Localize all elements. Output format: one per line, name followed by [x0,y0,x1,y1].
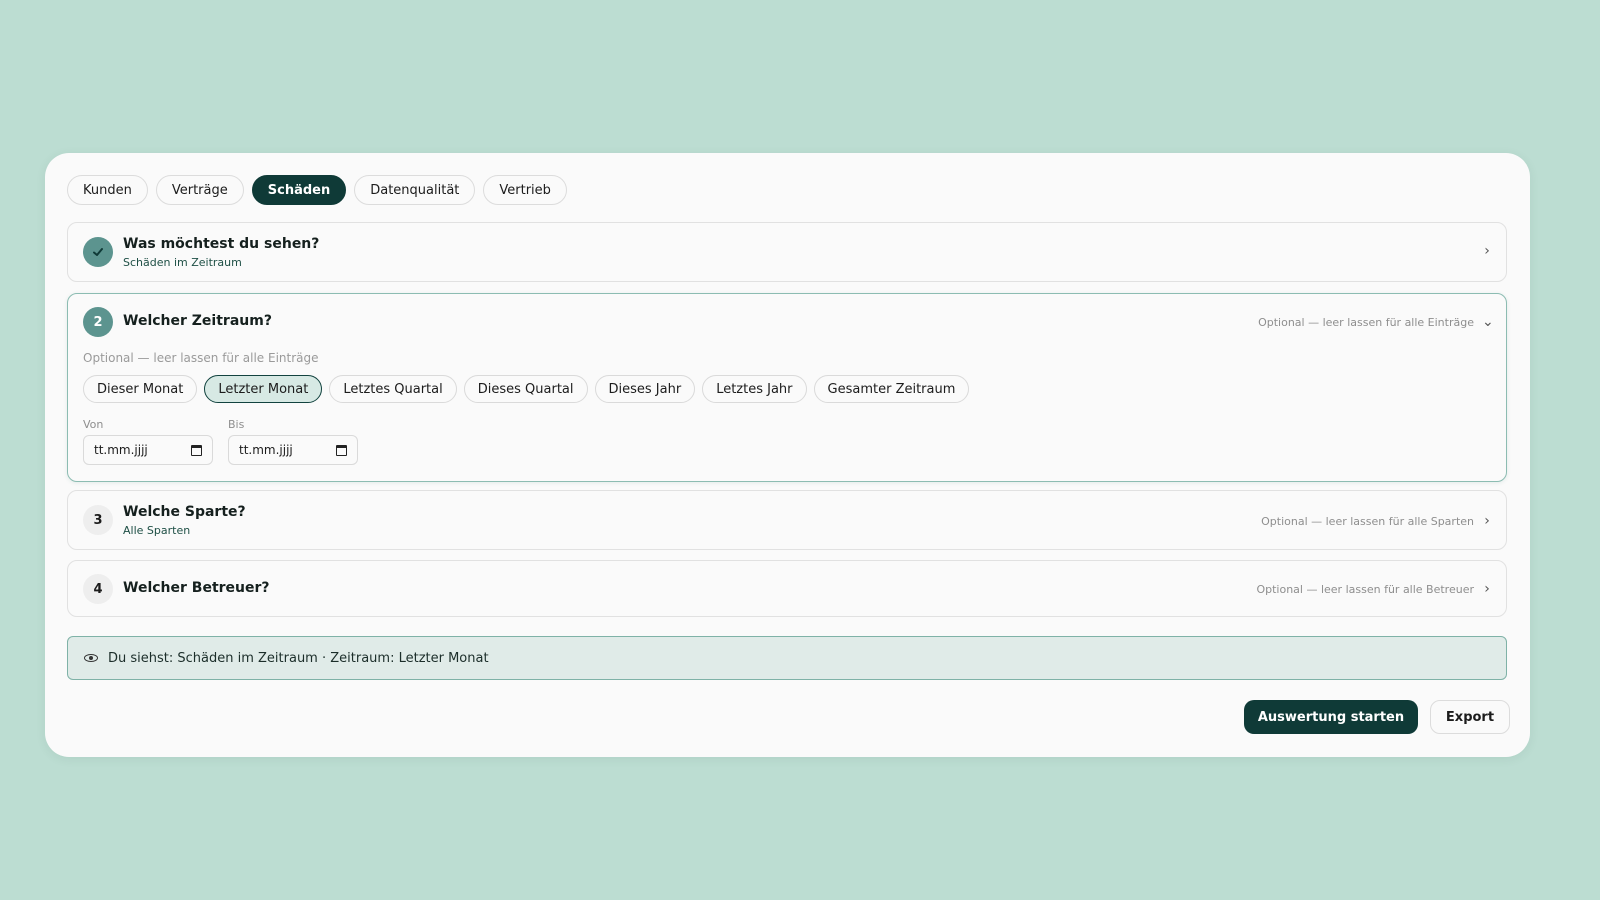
chevron-right-icon: › [1484,581,1490,597]
calendar-icon[interactable] [336,444,347,456]
from-date-input[interactable]: tt.mm.jjjj [83,435,213,465]
step-right: Optional — leer lassen für alle Sparten … [1261,513,1492,529]
chevron-down-icon: ⌄ [1482,314,1494,330]
step-value: Alle Sparten [123,524,191,537]
step-betreuer[interactable]: 4 Welcher Betreuer? Optional — leer lass… [67,560,1507,617]
step-number: 3 [83,505,113,535]
step-done-badge [83,237,113,267]
step-period: 2 Welcher Zeitraum? Optional — leer lass… [67,293,1507,482]
to-label: Bis [228,418,245,431]
chevron-right-icon: › [1484,243,1490,259]
export-button[interactable]: Export [1430,700,1510,734]
check-icon [93,248,103,256]
preset-chips: Dieser Monat Letzter Monat Letztes Quart… [83,375,970,403]
step-number: 2 [83,307,113,337]
selection-summary: Du siehst: Schäden im Zeitraum · Zeitrau… [67,636,1507,680]
step-title: Welcher Zeitraum? [123,313,272,329]
analysis-card: Kunden Verträge Schäden Datenqualität Ve… [45,153,1530,757]
preset-letztes-jahr[interactable]: Letztes Jahr [702,375,807,403]
optional-hint: Optional — leer lassen für alle Einträge [1258,315,1474,329]
calendar-icon[interactable] [191,444,202,456]
preset-letzter-monat[interactable]: Letzter Monat [204,375,323,403]
from-date-placeholder: tt.mm.jjjj [94,443,148,457]
preset-dieser-monat[interactable]: Dieser Monat [83,375,198,403]
summary-text: Du siehst: Schäden im Zeitraum · Zeitrau… [108,650,489,666]
tab-kunden[interactable]: Kunden [67,175,148,205]
preset-gesamter-zeitraum[interactable]: Gesamter Zeitraum [813,375,970,403]
from-date-group: Von tt.mm.jjjj [83,418,213,465]
step-what[interactable]: Was möchtest du sehen? Schäden im Zeitra… [67,222,1507,282]
to-date-placeholder: tt.mm.jjjj [239,443,293,457]
tab-datenqualitaet[interactable]: Datenqualität [354,175,476,205]
tab-vertraege[interactable]: Verträge [155,175,244,205]
step-title: Welcher Betreuer? [123,580,270,596]
step-right: › [1482,243,1492,259]
optional-hint: Optional — leer lassen für alle Sparten [1261,514,1474,528]
start-analysis-button[interactable]: Auswertung starten [1244,700,1418,734]
step-title: Welche Sparte? [123,504,246,520]
preset-letztes-quartal[interactable]: Letztes Quartal [329,375,457,403]
step-right: Optional — leer lassen für alle Betreuer… [1256,581,1492,597]
eye-icon [84,654,98,662]
chevron-right-icon: › [1484,513,1490,529]
category-tabs: Kunden Verträge Schäden Datenqualität Ve… [67,175,567,205]
to-date-input[interactable]: tt.mm.jjjj [228,435,358,465]
step-collapse-toggle[interactable]: Optional — leer lassen für alle Einträge… [1258,314,1494,330]
tab-schaeden[interactable]: Schäden [251,175,347,205]
tab-vertrieb[interactable]: Vertrieb [483,175,567,205]
preset-dieses-quartal[interactable]: Dieses Quartal [463,375,588,403]
from-label: Von [83,418,104,431]
step-title: Was möchtest du sehen? [123,236,320,252]
to-date-group: Bis tt.mm.jjjj [228,418,358,465]
preset-dieses-jahr[interactable]: Dieses Jahr [594,375,696,403]
step-value: Schäden im Zeitraum [123,256,242,269]
action-bar: Auswertung starten Export [1244,700,1510,734]
optional-hint-text: Optional — leer lassen für alle Einträge [83,351,319,365]
step-number: 4 [83,574,113,604]
step-sparte[interactable]: 3 Welche Sparte? Alle Sparten Optional —… [67,490,1507,550]
optional-hint: Optional — leer lassen für alle Betreuer [1256,582,1474,596]
